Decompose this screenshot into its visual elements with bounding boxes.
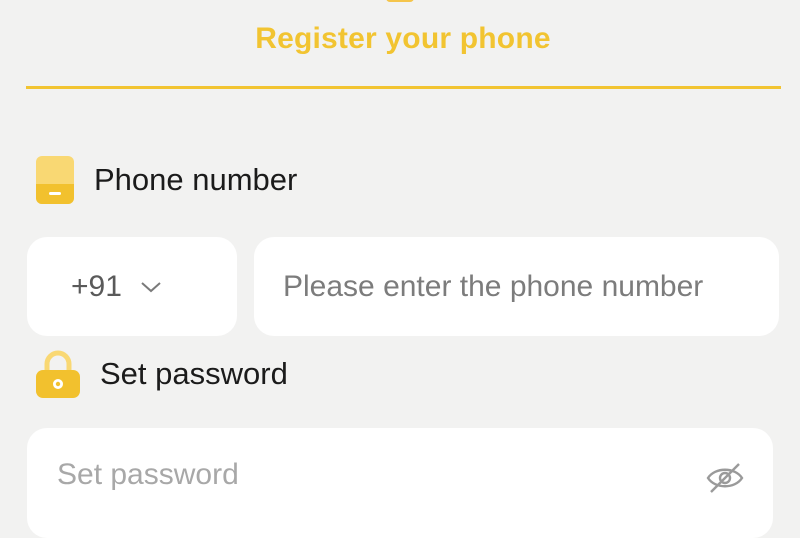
country-code-value: +91 <box>71 269 122 303</box>
set-password-input[interactable] <box>57 458 773 492</box>
phone-icon <box>36 156 74 204</box>
country-code-select[interactable]: +91 <box>27 237 237 336</box>
register-tab-title[interactable]: Register your phone <box>0 22 800 56</box>
set-password-label: Set password <box>100 356 288 391</box>
chevron-down-icon <box>141 281 161 292</box>
phone-number-label-row: Phone number <box>36 156 297 204</box>
register-tab-icon <box>386 0 414 2</box>
tab-active-underline <box>26 86 781 89</box>
phone-number-input[interactable] <box>283 269 779 304</box>
lock-icon <box>36 350 80 398</box>
set-password-label-row: Set password <box>36 350 288 398</box>
set-password-field[interactable] <box>27 428 773 538</box>
phone-number-field[interactable] <box>254 237 779 336</box>
eye-off-icon[interactable] <box>705 461 745 495</box>
phone-number-label: Phone number <box>94 162 298 197</box>
